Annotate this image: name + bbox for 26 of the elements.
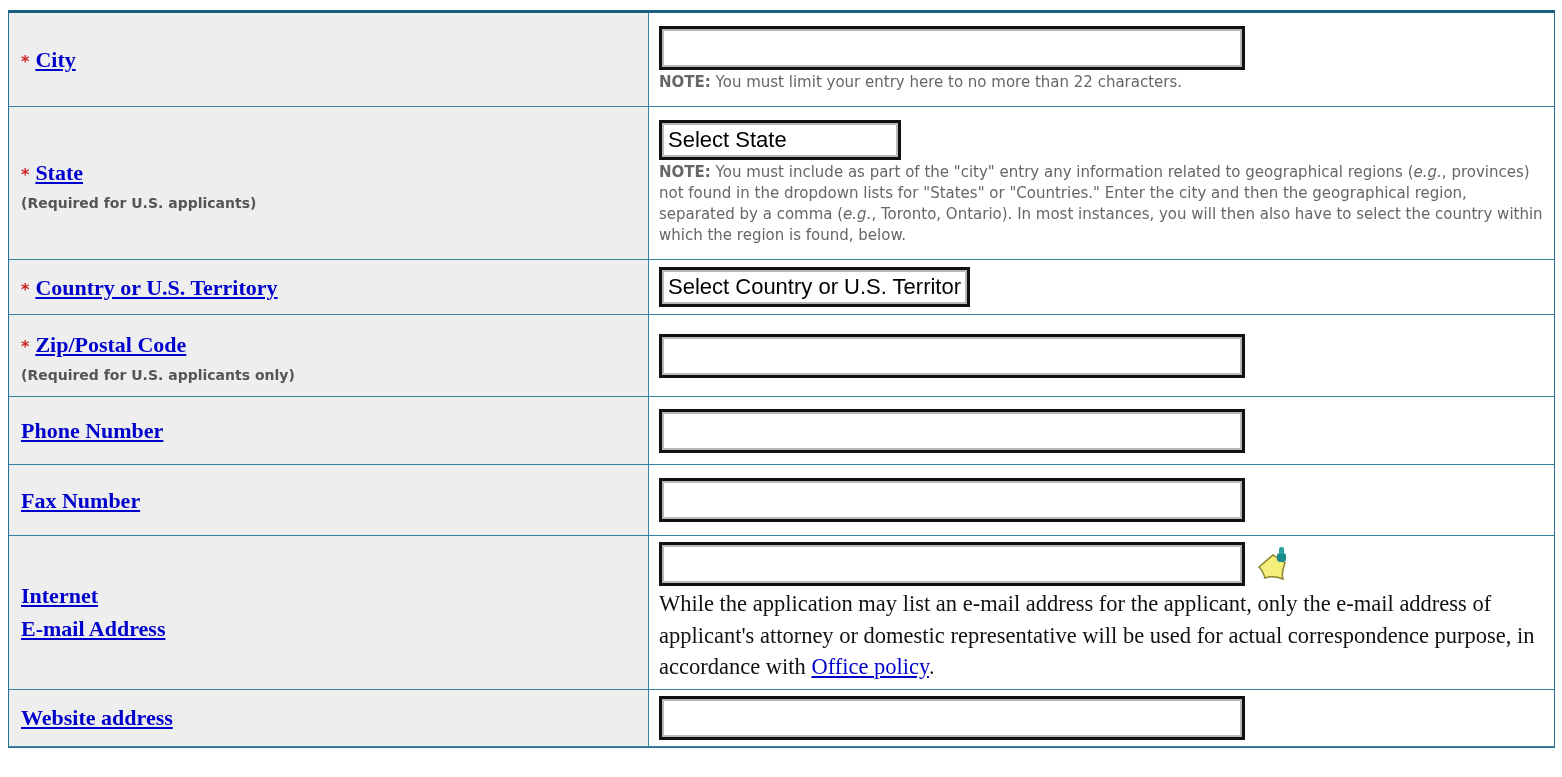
note-text: NOTE: You must include as part of the "city" entry any information related to geographical regions (e.g., provinces) not found in the dropdown lists for "States" or "Countries." Enter the city and then the geographical region, separated by a comma (e.g., Toronto, Ontario). In most instances, you will then also have to select the country within which the region is found, below. <box>659 162 1544 246</box>
field-label-link[interactable]: State <box>35 155 84 189</box>
field-label-link[interactable]: Zip/Postal Code <box>35 328 187 361</box>
field-label-link[interactable]: Phone Number <box>21 414 164 447</box>
text-field[interactable] <box>659 478 1245 522</box>
field-subnote: (Required for U.S. applicants) <box>21 194 258 211</box>
dropdown[interactable]: Select Country or U.S. Territor <box>659 267 971 307</box>
dropdown[interactable]: Select State <box>659 120 901 160</box>
field-subnote: (Required for U.S. applicants only) <box>21 367 296 383</box>
text-field[interactable] <box>659 695 1245 740</box>
field-label-link[interactable]: Internet E-mail Address <box>21 579 166 646</box>
policy-link[interactable]: Office policy <box>811 654 929 679</box>
text-field[interactable] <box>659 26 1245 70</box>
field-label-link[interactable]: Website address <box>21 701 173 734</box>
field-label-link[interactable]: Fax Number <box>21 483 141 517</box>
text-field[interactable] <box>659 542 1245 586</box>
required-mark: * <box>21 52 30 71</box>
note-text: NOTE: You must limit your entry here to no more than 22 characters. <box>659 72 1184 93</box>
text-field[interactable] <box>659 333 1245 378</box>
note-text: While the application may list an e-mail address for the applicant, only the e-mail address of applicant's attorney or domestic representative will be used for actual correspondence purpose, in accordance with Office policy. <box>659 590 1536 681</box>
field-label-link[interactable]: City <box>35 43 76 76</box>
text-field[interactable] <box>659 408 1245 453</box>
required-mark: * <box>21 164 30 184</box>
required-mark: * <box>21 337 30 356</box>
required-mark: * <box>21 279 30 299</box>
field-label-link[interactable]: Country or U.S. Territory <box>35 270 278 304</box>
